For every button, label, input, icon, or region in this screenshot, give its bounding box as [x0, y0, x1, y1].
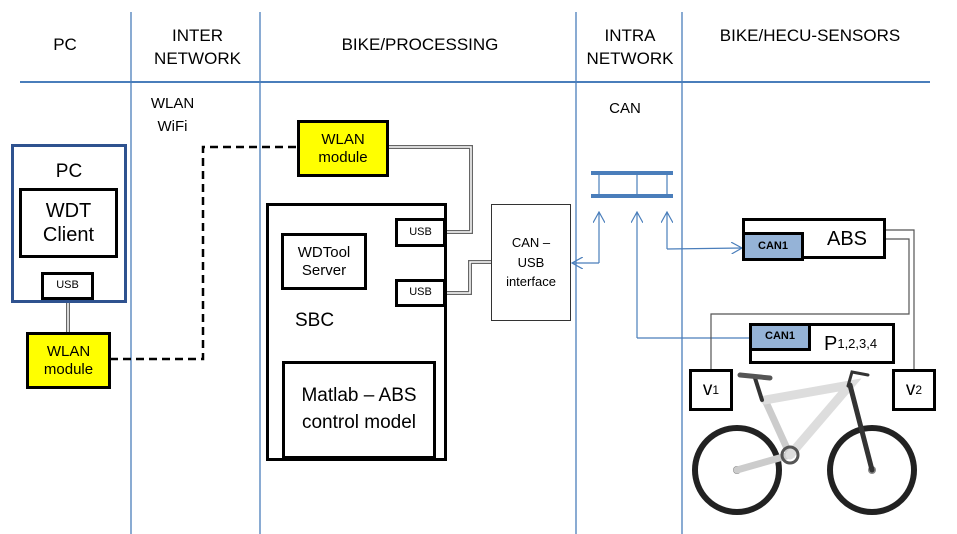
v1-sensor-box: v1 [689, 369, 733, 411]
can-bus [591, 171, 673, 198]
sbc-usb-1: USB [395, 218, 446, 247]
sbc-usb-2: USB [395, 279, 446, 307]
inter-network-label: WLAN WiFi [150, 95, 195, 135]
p-subscript: 1,2,3,4 [837, 335, 878, 351]
pc-title: PC [55, 161, 83, 182]
wdtool-server-box: WDTool Server [281, 233, 367, 290]
system-diagram: PC INTER NETWORK BIKE/PROCESSING INTRA N… [0, 0, 957, 534]
wdt-client-box: WDT Client [19, 188, 118, 258]
v2-subscript: 2 [915, 382, 923, 397]
p-can1: CAN1 [749, 323, 811, 351]
v2-sensor-box: v2 [892, 369, 936, 411]
v1-label: v [702, 378, 713, 400]
v1-subscript: 1 [712, 382, 720, 397]
matlab-model-box: Matlab – ABS control model [282, 361, 436, 459]
column-header-bike-hecu-sensors: BIKE/HECU-SENSORS [719, 26, 901, 45]
column-header-bike-processing: BIKE/PROCESSING [341, 35, 499, 54]
v2-label: v [905, 378, 916, 400]
bike-wlan-module: WLAN module [297, 120, 389, 177]
abs-label: ABS [827, 227, 868, 250]
column-header-pc: PC [53, 35, 77, 54]
can-usb-interface: CAN – USB interface [491, 204, 571, 321]
sbc-label: SBC [295, 310, 335, 331]
p-label: P [824, 332, 838, 355]
pc-usb-box: USB [41, 272, 94, 300]
abs-can1: CAN1 [742, 232, 804, 261]
column-header-intra-network: INTRA NETWORK [586, 26, 674, 68]
connectors [20, 12, 930, 534]
pc-wlan-module: WLAN module [26, 332, 111, 389]
column-header-inter-network: INTER NETWORK [154, 26, 241, 68]
intra-network-label: CAN [609, 100, 641, 117]
